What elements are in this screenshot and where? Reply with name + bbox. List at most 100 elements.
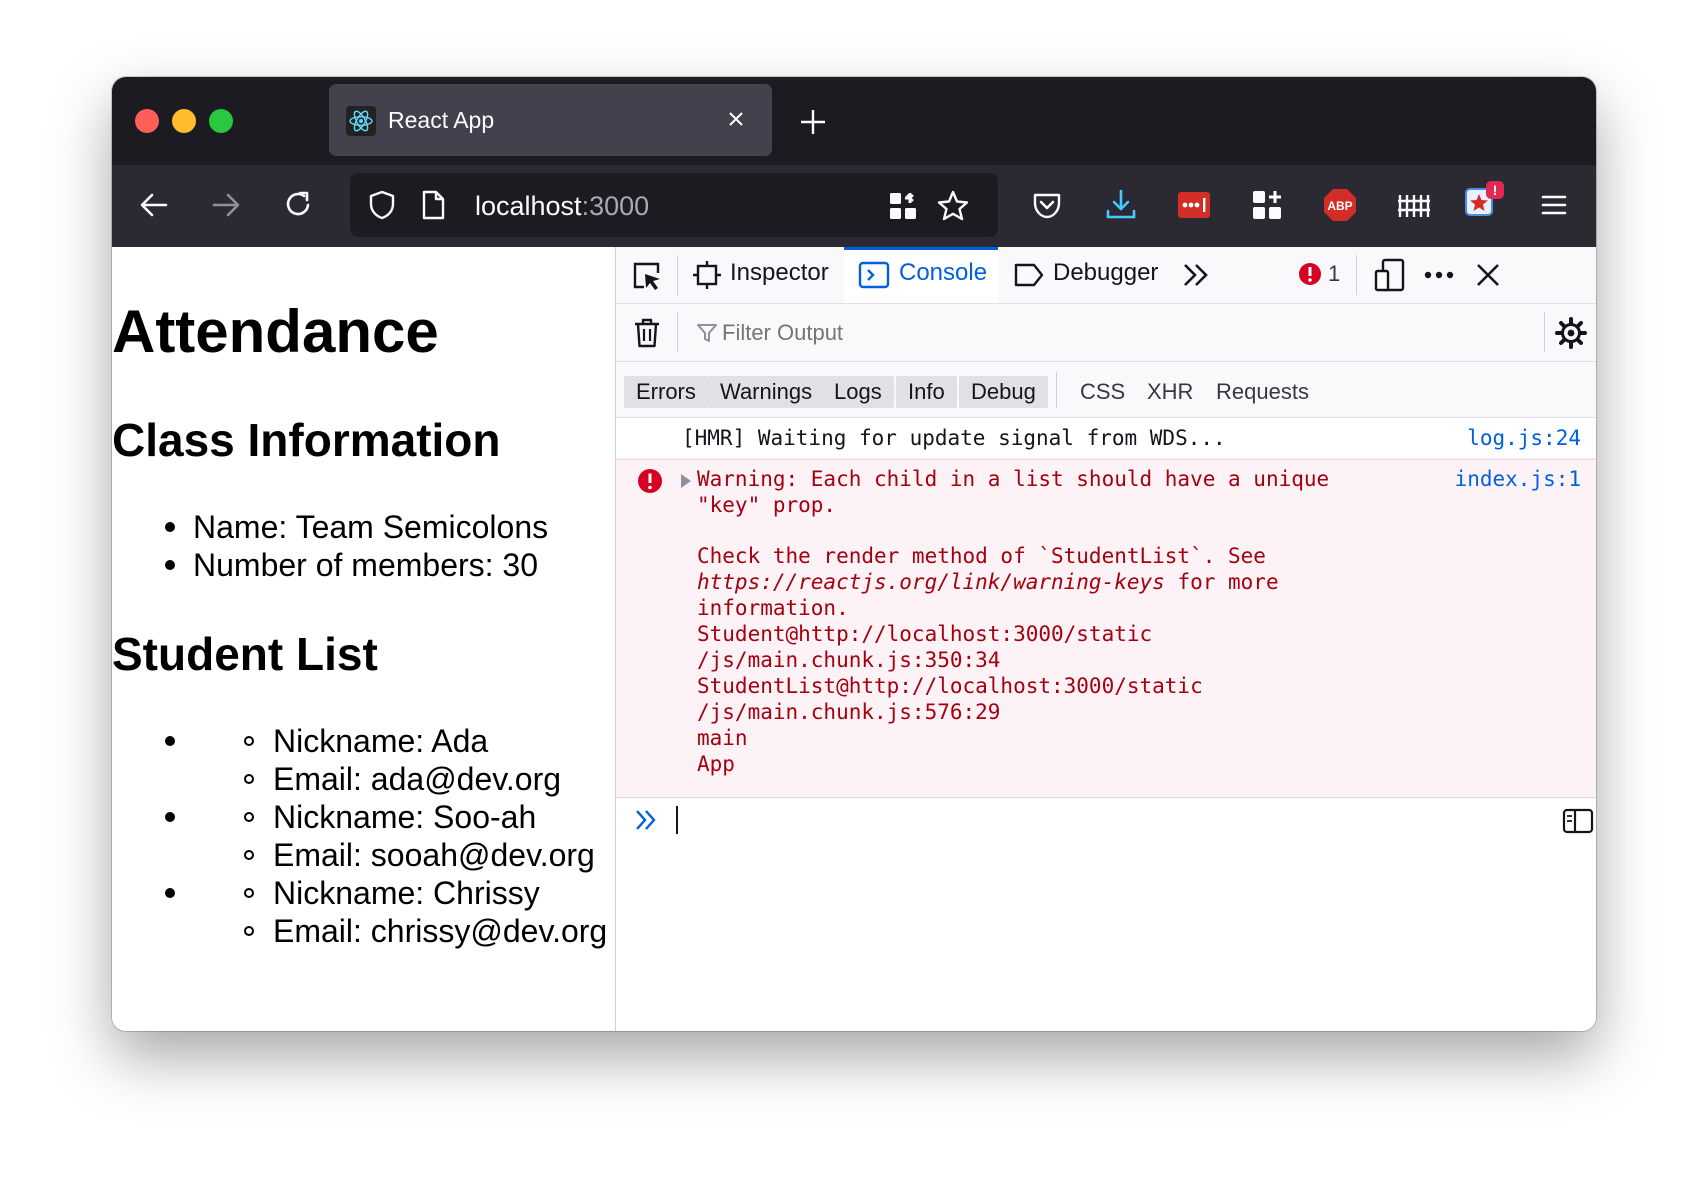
url-port: :3000 — [581, 191, 650, 221]
zoom-window-button[interactable] — [209, 109, 233, 133]
page-title: Attendance — [112, 298, 439, 365]
stack-frame: main — [697, 726, 748, 750]
content-area: Attendance Class Information Name: Team … — [112, 247, 1596, 1031]
trash-icon[interactable] — [632, 317, 662, 349]
error-line-with-link: https://reactjs.org/link/warning-keys fo… — [697, 570, 1279, 594]
list-item: Number of members: 30 — [193, 547, 539, 583]
settings-gear-icon[interactable] — [1554, 316, 1588, 350]
back-icon[interactable] — [136, 187, 172, 223]
grid-extension-icon[interactable] — [1249, 187, 1285, 223]
circle-bullet — [244, 774, 254, 784]
filter-warnings[interactable]: Warnings — [708, 376, 825, 408]
log-source-link[interactable]: log.js:24 — [1467, 426, 1581, 450]
bullet — [165, 812, 175, 822]
error-icon — [638, 469, 662, 493]
console-input-row[interactable] — [616, 797, 1596, 843]
debugger-icon[interactable] — [1013, 261, 1045, 289]
menu-icon[interactable] — [1536, 187, 1572, 223]
stack-frame: /js/main.chunk.js:350:34 — [697, 648, 1001, 672]
error-line: information. — [697, 596, 849, 620]
error-count-icon[interactable] — [1298, 262, 1322, 286]
error-line: Check the render method of `StudentList`… — [697, 544, 1266, 568]
tab-console[interactable]: Console — [899, 259, 987, 287]
error-count[interactable]: 1 — [1328, 261, 1340, 287]
toolbar-divider — [677, 255, 678, 295]
circle-bullet — [244, 850, 254, 860]
url-bar[interactable]: localhost:3000 — [350, 173, 998, 237]
new-tab-icon[interactable] — [798, 107, 828, 137]
class-information-heading: Class Information — [112, 414, 501, 466]
student-nickname: Nickname: Chrissy — [273, 875, 540, 911]
inspector-icon[interactable] — [692, 260, 722, 290]
circle-bullet — [244, 736, 254, 746]
extension-notification-icon[interactable]: ! — [1462, 179, 1506, 223]
student-email: Email: ada@dev.org — [273, 761, 562, 797]
text-cursor — [676, 806, 678, 834]
web-page: Attendance Class Information Name: Team … — [112, 247, 615, 1031]
warning-keys-link[interactable]: https://reactjs.org/link/warning-keys — [697, 570, 1165, 594]
console-message-log[interactable]: [HMR] Waiting for update signal from WDS… — [616, 418, 1596, 459]
fence-extension-icon[interactable] — [1395, 187, 1431, 223]
student-email: Email: sooah@dev.org — [273, 837, 595, 873]
circle-bullet — [244, 926, 254, 936]
close-devtools-icon[interactable] — [1474, 261, 1502, 289]
more-tabs-chevron-icon[interactable] — [1181, 261, 1211, 289]
forward-icon[interactable] — [208, 187, 244, 223]
stack-frame: /js/main.chunk.js:576:29 — [697, 700, 1001, 724]
more-options-icon[interactable] — [1422, 261, 1456, 289]
filter-logs[interactable]: Logs — [822, 376, 894, 408]
student-list-heading: Student List — [112, 628, 378, 680]
tab-title: React App — [388, 107, 495, 133]
minimize-window-button[interactable] — [172, 109, 196, 133]
lastpass-extension-icon[interactable] — [1176, 187, 1212, 223]
tab-debugger[interactable]: Debugger — [1053, 259, 1158, 287]
svg-text:ABP: ABP — [1327, 199, 1352, 213]
qr-code-icon[interactable] — [887, 190, 919, 222]
responsive-design-icon[interactable] — [1373, 257, 1407, 293]
console-message-error[interactable]: index.js:1 Warning: Each child in a list… — [616, 459, 1596, 798]
pocket-icon[interactable] — [1029, 187, 1065, 223]
close-window-button[interactable] — [135, 109, 159, 133]
close-tab-icon[interactable] — [726, 109, 746, 129]
console-level-filters: Errors Warnings Logs Info Debug CSS XHR … — [616, 362, 1596, 418]
filter-requests[interactable]: Requests — [1216, 376, 1309, 408]
page-icon[interactable] — [418, 189, 448, 221]
browser-window: React App localhost:3000 ABP ! Attendanc… — [112, 77, 1596, 1031]
toolbar-divider — [1544, 312, 1545, 352]
expand-arrow-icon[interactable] — [680, 473, 692, 489]
filter-debug[interactable]: Debug — [959, 376, 1048, 408]
element-picker-icon[interactable] — [630, 259, 664, 293]
filter-css[interactable]: CSS — [1080, 376, 1125, 408]
devtools-toolbar: Inspector Console Debugger 1 — [616, 247, 1596, 304]
adblock-plus-icon[interactable]: ABP — [1322, 187, 1358, 223]
tab-strip: React App — [112, 77, 1596, 165]
filter-output-input[interactable] — [720, 316, 1424, 350]
tab-inspector[interactable]: Inspector — [730, 259, 829, 287]
error-source-link[interactable]: index.js:1 — [1455, 467, 1581, 491]
devtools-panel: Inspector Console Debugger 1 Filter Outp… — [615, 247, 1596, 1031]
console-icon[interactable] — [858, 260, 890, 290]
console-prompt-chevron-icon — [636, 810, 656, 830]
reload-icon[interactable] — [280, 187, 316, 223]
filter-xhr[interactable]: XHR — [1147, 376, 1193, 408]
url-text: localhost:3000 — [475, 191, 649, 222]
bookmark-star-icon[interactable] — [936, 189, 970, 223]
bullet — [165, 736, 175, 746]
filter-info[interactable]: Info — [896, 376, 957, 408]
tab-react-app[interactable]: React App — [329, 84, 772, 156]
svg-text:!: ! — [1493, 182, 1498, 198]
shield-icon[interactable] — [366, 189, 398, 221]
filter-divider — [1056, 372, 1057, 408]
student-nickname: Nickname: Soo-ah — [273, 799, 537, 835]
editor-mode-toggle-icon[interactable] — [1562, 807, 1594, 835]
stack-frame: Student@http://localhost:3000/static — [697, 622, 1153, 646]
student-nickname: Nickname: Ada — [273, 723, 489, 759]
console-filter-bar — [616, 304, 1596, 362]
downloads-icon[interactable] — [1103, 187, 1139, 223]
filter-errors[interactable]: Errors — [624, 376, 708, 408]
bullet — [165, 560, 175, 570]
bullet — [165, 888, 175, 898]
toolbar-divider — [677, 312, 678, 352]
react-icon — [346, 106, 376, 136]
error-link-suffix: for more — [1164, 570, 1279, 594]
